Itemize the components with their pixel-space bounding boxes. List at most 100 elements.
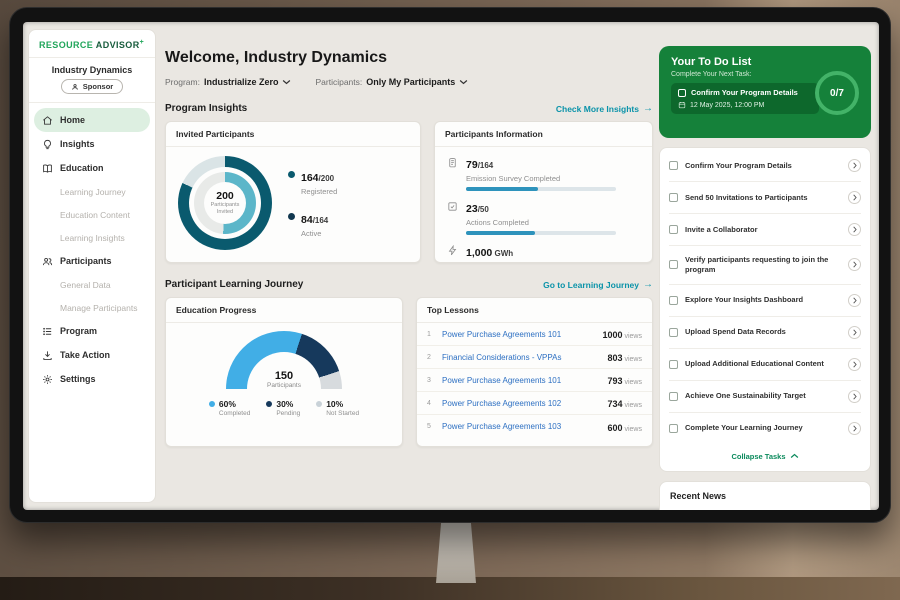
sidebar: RESOURCE ADVISOR+ Industry Dynamics Spon… — [28, 29, 156, 503]
sidebar-item-label: Home — [60, 115, 85, 125]
task-row[interactable]: Upload Additional Educational Content — [669, 349, 861, 381]
due-date: 12 May 2025, 12:00 PM — [690, 102, 764, 109]
todo-summary-card: Your To Do List Complete Your Next Task:… — [659, 46, 871, 138]
invited-legend-dot — [288, 171, 295, 178]
task-open-button[interactable] — [848, 358, 861, 371]
views-label: views — [624, 333, 642, 340]
sidebar-item-settings[interactable]: Settings — [34, 367, 150, 391]
task-row[interactable]: Explore Your Insights Dashboard — [669, 285, 861, 317]
sidebar-item-take-action[interactable]: Take Action — [34, 343, 150, 367]
lesson-link[interactable]: Financial Considerations - VPPAs — [442, 353, 600, 362]
lesson-link[interactable]: Power Purchase Agreements 102 — [442, 399, 600, 408]
check-more-insights-link[interactable]: Check More Insights → — [556, 104, 653, 114]
collapse-tasks-link[interactable]: Collapse Tasks — [669, 444, 861, 469]
lesson-link[interactable]: Power Purchase Agreements 103 — [442, 422, 600, 431]
pending-label: Pending — [276, 410, 300, 417]
task-checkbox[interactable] — [669, 424, 678, 433]
lesson-row: 1 Power Purchase Agreements 101 1000view… — [417, 323, 652, 346]
views-label: views — [624, 426, 642, 433]
task-label: Invite a Collaborator — [685, 225, 841, 235]
clipboard-icon — [447, 157, 458, 168]
invited-donut-inner: 200 Participants Invited — [194, 172, 256, 234]
info-progress-fill — [466, 187, 538, 191]
task-checkbox[interactable] — [669, 296, 678, 305]
task-label: Achieve One Sustainability Target — [685, 391, 841, 401]
logo-plus: + — [140, 39, 145, 46]
task-row[interactable]: Achieve One Sustainability Target — [669, 381, 861, 413]
sidebar-item-program[interactable]: Program — [34, 319, 150, 343]
views-label: views — [624, 356, 642, 363]
sidebar-item-learning-insights[interactable]: Learning Insights — [34, 226, 150, 249]
legend-item-registered: 164/200 Registered — [288, 168, 337, 196]
section-title-learning-journey: Participant Learning Journey — [165, 279, 303, 290]
not-started-pct: 10% — [326, 399, 359, 409]
lesson-link[interactable]: Power Purchase Agreements 101 — [442, 376, 600, 385]
task-row[interactable]: Complete Your Learning Journey — [669, 413, 861, 444]
participants-filter[interactable]: Participants: Only My Participants — [315, 77, 468, 87]
registered-total: /200 — [319, 174, 335, 183]
sidebar-item-insights[interactable]: Insights — [34, 132, 150, 156]
info-row-consumption: 1,000 GWh Total Global Consumption — [435, 235, 652, 263]
task-open-button[interactable] — [848, 223, 861, 236]
pending-pct: 30% — [276, 399, 300, 409]
todo-title: Your To Do List — [671, 56, 859, 68]
program-filter[interactable]: Program: Industrialize Zero — [165, 77, 291, 87]
views-label: views — [624, 402, 642, 409]
task-open-button[interactable] — [848, 390, 861, 403]
lesson-row: 3 Power Purchase Agreements 101 793views — [417, 369, 652, 392]
next-task-box: Confirm Your Program Details 12 May 2025… — [671, 83, 819, 114]
recent-news-card: Recent News — [659, 481, 871, 511]
sidebar-item-label: General Data — [60, 280, 111, 290]
sidebar-item-home[interactable]: Home — [34, 108, 150, 132]
card-title: Invited Participants — [166, 122, 420, 147]
sidebar-item-manage-participants[interactable]: Manage Participants — [34, 296, 150, 319]
task-checkbox[interactable] — [669, 392, 678, 401]
sidebar-item-participants[interactable]: Participants — [34, 249, 150, 273]
card-title: Participants Information — [435, 122, 652, 147]
task-row[interactable]: Confirm Your Program Details — [669, 150, 861, 182]
task-open-button[interactable] — [848, 191, 861, 204]
lesson-link[interactable]: Power Purchase Agreements 101 — [442, 330, 595, 339]
task-checkbox[interactable] — [669, 225, 678, 234]
organization-name: Industry Dynamics — [29, 58, 155, 79]
task-open-button[interactable] — [848, 326, 861, 339]
chevron-right-icon — [853, 226, 857, 233]
task-checkbox[interactable] — [669, 161, 678, 170]
go-to-learning-journey-link[interactable]: Go to Learning Journey → — [543, 280, 653, 290]
task-checkbox[interactable] — [669, 193, 678, 202]
invited-donut-outer: 200 Participants Invited — [178, 156, 272, 250]
task-checkbox[interactable] — [669, 260, 678, 269]
lesson-row: 5 Power Purchase Agreements 103 600views — [417, 415, 652, 438]
task-list-card: Confirm Your Program Details Send 50 Inv… — [659, 147, 871, 472]
task-open-button[interactable] — [848, 258, 861, 271]
task-open-button[interactable] — [848, 422, 861, 435]
dashboard-screen: RESOURCE ADVISOR+ Industry Dynamics Spon… — [23, 22, 879, 510]
check-square-icon — [447, 201, 458, 212]
lesson-row: 2 Financial Considerations - VPPAs 803vi… — [417, 346, 652, 369]
task-open-button[interactable] — [848, 159, 861, 172]
lesson-views: 1000 — [602, 330, 622, 340]
people-icon — [42, 256, 53, 267]
task-open-button[interactable] — [848, 294, 861, 307]
sidebar-item-learning-journey[interactable]: Learning Journey — [34, 180, 150, 203]
education-progress-card: Education Progress 150 Participants — [165, 297, 403, 447]
chevron-right-icon — [853, 297, 857, 304]
chevron-right-icon — [853, 361, 857, 368]
lesson-views: 600 — [607, 423, 622, 433]
sidebar-item-general-data[interactable]: General Data — [34, 273, 150, 296]
task-checkbox[interactable] — [669, 328, 678, 337]
task-row[interactable]: Verify participants requesting to join t… — [669, 246, 861, 285]
chevron-down-icon — [459, 79, 468, 85]
task-row[interactable]: Upload Spend Data Records — [669, 317, 861, 349]
task-row[interactable]: Invite a Collaborator — [669, 214, 861, 246]
task-checkbox[interactable] — [669, 360, 678, 369]
next-task-checkbox[interactable] — [678, 89, 686, 97]
sidebar-item-education-content[interactable]: Education Content — [34, 203, 150, 226]
sidebar-item-education[interactable]: Education — [34, 156, 150, 180]
info-row-survey: 79/164 Emission Survey Completed — [435, 147, 652, 191]
actions-value: 23 — [466, 203, 478, 215]
logo-text-secondary: ADVISOR — [96, 40, 140, 50]
task-label: Complete Your Learning Journey — [685, 423, 841, 433]
task-row[interactable]: Send 50 Invitations to Participants — [669, 182, 861, 214]
arrow-right-icon: → — [643, 280, 653, 290]
